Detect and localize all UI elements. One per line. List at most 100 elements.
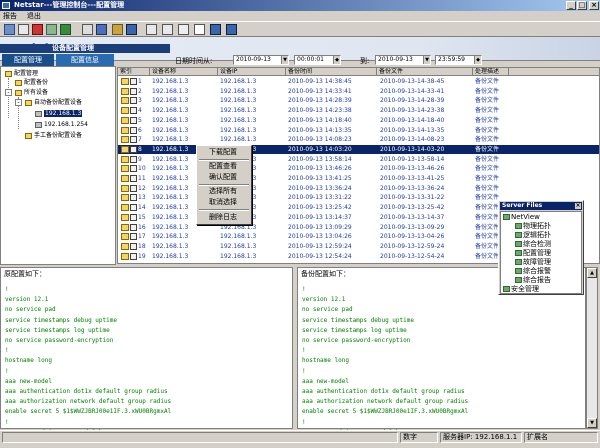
- maximize-button[interactable]: □: [577, 1, 587, 10]
- file-icon[interactable]: [162, 24, 173, 35]
- checkbox-icon[interactable]: [130, 194, 137, 202]
- config-line: no service password-encryption: [302, 337, 411, 344]
- from-time-field[interactable]: 00:00:01 ◆: [294, 55, 341, 65]
- menu-delete-log[interactable]: 删除日志: [209, 213, 237, 222]
- table-row[interactable]: 1 192.168.1.3 192.168.1.3 2010-09-13 14:38:…: [118, 77, 599, 86]
- table-row[interactable]: 11192.168.1.3192.168.1.32010-09-13 13:41…: [118, 174, 599, 183]
- tree-node-module[interactable]: 综合报告: [515, 276, 551, 285]
- table-row[interactable]: 9192.168.1.3192.168.1.32010-09-13 13:58:…: [118, 155, 599, 164]
- tab-config-manage[interactable]: 配置管理: [2, 54, 54, 66]
- close-icon[interactable]: ×: [575, 203, 581, 209]
- table-cell: 2010-09-13-13-14-37: [380, 213, 445, 221]
- checkbox-icon[interactable]: [130, 165, 137, 173]
- menu-view-config[interactable]: 配置查看: [209, 162, 237, 171]
- checkbox-icon[interactable]: [130, 126, 137, 134]
- minimize-button[interactable]: _: [566, 1, 576, 10]
- tree-node-module[interactable]: 故障管理: [515, 258, 551, 267]
- checkbox-icon[interactable]: [130, 145, 137, 153]
- checkbox-icon[interactable]: [130, 252, 137, 260]
- tree-item-device-2[interactable]: 192.168.1.254: [35, 120, 88, 129]
- col-device-ip[interactable]: 设备IP: [218, 68, 286, 76]
- expand-icon[interactable]: -: [5, 89, 12, 96]
- config-icon[interactable]: [82, 24, 93, 35]
- tree-node-module[interactable]: 综合检测: [515, 240, 551, 249]
- checkbox-icon[interactable]: [130, 87, 137, 95]
- spinner-icon[interactable]: ◆: [333, 56, 340, 64]
- tile-icon[interactable]: [178, 24, 189, 35]
- to-date-field[interactable]: 2010-09-13 ▼: [375, 55, 431, 65]
- tab-config-info[interactable]: 配置信息: [56, 54, 114, 66]
- table-row[interactable]: 3 192.168.1.3 192.168.1.3 2010-09-13 14:28:…: [118, 96, 599, 105]
- checkbox-icon[interactable]: [130, 107, 137, 115]
- checkbox-icon[interactable]: [130, 78, 137, 85]
- checkbox-icon[interactable]: [130, 116, 137, 124]
- lock-icon[interactable]: [112, 24, 123, 35]
- menu-item-report[interactable]: 报告: [3, 12, 17, 20]
- vertical-scrollbar[interactable]: ▲ ▼: [586, 267, 598, 429]
- move-icon[interactable]: [210, 24, 221, 35]
- tree-node-module[interactable]: 逻辑拓扑: [515, 231, 551, 240]
- checkbox-icon[interactable]: [130, 97, 137, 105]
- checkbox-icon[interactable]: [130, 233, 137, 241]
- menu-item-exit[interactable]: 退出: [27, 12, 41, 20]
- col-index[interactable]: 索引: [118, 68, 150, 76]
- table-row[interactable]: 6 192.168.1.3 192.168.1.3 2010-09-13 14:13:…: [118, 126, 599, 135]
- dropdown-icon[interactable]: ▼: [423, 56, 430, 64]
- checkbox-icon[interactable]: [130, 155, 137, 163]
- tree-item-backup[interactable]: 配置备份: [15, 78, 48, 87]
- expand-icon[interactable]: -: [15, 99, 22, 106]
- document-icon[interactable]: [18, 24, 29, 35]
- table-row[interactable]: 10192.168.1.3192.168.1.32010-09-13 13:46…: [118, 164, 599, 173]
- col-backup-file[interactable]: 备份文件: [377, 68, 473, 76]
- tree-node-security[interactable]: 安全管理: [503, 285, 539, 294]
- table-row[interactable]: 8192.168.1.3192.168.1.32010-09-13 14:03:…: [118, 144, 599, 154]
- checkbox-icon[interactable]: [130, 204, 137, 212]
- table-row[interactable]: 7 192.168.1.3 192.168.1.3 2010-09-13 14:08:…: [118, 135, 599, 144]
- checkbox-icon[interactable]: [130, 242, 137, 250]
- menu-select-all[interactable]: 选择所有: [209, 187, 237, 196]
- device-icon[interactable]: [60, 24, 71, 35]
- tree-item-all-devices[interactable]: 所有设备: [15, 88, 48, 97]
- checkbox-icon[interactable]: [130, 175, 137, 182]
- tree-item-device-1[interactable]: 192.168.1.3: [35, 109, 83, 118]
- spinner-icon[interactable]: ◆: [474, 56, 481, 64]
- tree-root[interactable]: 配置管理: [5, 69, 38, 78]
- checkbox-icon[interactable]: [130, 223, 137, 231]
- table-row[interactable]: 4 192.168.1.3 192.168.1.3 2010-09-13 14:23:…: [118, 106, 599, 115]
- chart-icon[interactable]: [46, 24, 57, 35]
- alarm-icon[interactable]: [32, 24, 43, 35]
- table-row[interactable]: 5 192.168.1.3 192.168.1.3 2010-09-13 14:18:…: [118, 116, 599, 125]
- scroll-up-icon[interactable]: ▲: [587, 268, 597, 278]
- menu-download-config[interactable]: 下载配置: [209, 148, 237, 157]
- tree-node-netview[interactable]: NetView: [503, 213, 540, 222]
- dropdown-icon[interactable]: ▼: [281, 56, 288, 64]
- help-icon[interactable]: [126, 24, 137, 35]
- topology-icon[interactable]: [4, 24, 15, 35]
- close-button[interactable]: ×: [589, 1, 599, 10]
- checkbox-icon[interactable]: [130, 213, 137, 221]
- tree-node-module[interactable]: 综合报警: [515, 267, 551, 276]
- flag-icon[interactable]: [146, 24, 157, 35]
- window-icon[interactable]: [194, 24, 205, 35]
- to-time-field[interactable]: 23:59:59 ◆: [435, 55, 482, 65]
- col-backup-time[interactable]: 备份时间: [286, 68, 377, 76]
- table-cell: 2010-09-13 14:38:45: [288, 78, 352, 85]
- checkbox-icon[interactable]: [130, 184, 137, 192]
- from-date-field[interactable]: 2010-09-13 ▼: [233, 55, 289, 65]
- col-device-name[interactable]: 设备名称: [150, 68, 218, 76]
- col-description[interactable]: 处理描述: [473, 68, 509, 76]
- table-cell: 2010-09-13-13-31-22: [380, 194, 445, 202]
- refresh-icon[interactable]: [226, 24, 237, 35]
- table-row[interactable]: 2 192.168.1.3 192.168.1.3 2010-09-13 14:33:…: [118, 87, 599, 96]
- tree-node-module[interactable]: 物理拓扑: [515, 222, 551, 231]
- tree-item-auto-backup[interactable]: 自动备份配置设备: [25, 98, 82, 107]
- checkbox-icon[interactable]: [130, 136, 137, 144]
- scroll-down-icon[interactable]: ▼: [587, 418, 597, 428]
- tree-node-module[interactable]: 配置管理: [515, 249, 551, 258]
- menu-confirm-config[interactable]: 确认配置: [209, 173, 237, 182]
- menu-deselect[interactable]: 取消选择: [209, 198, 237, 207]
- original-config-pane[interactable]: 原配置如下： ! version 12.1 no service pad servic…: [0, 267, 293, 436]
- tree-item-manual-backup[interactable]: 手工备份配置设备: [25, 131, 82, 140]
- table-row[interactable]: 12192.168.1.3192.168.1.32010-09-13 13:36…: [118, 184, 599, 193]
- report-icon[interactable]: [96, 24, 107, 35]
